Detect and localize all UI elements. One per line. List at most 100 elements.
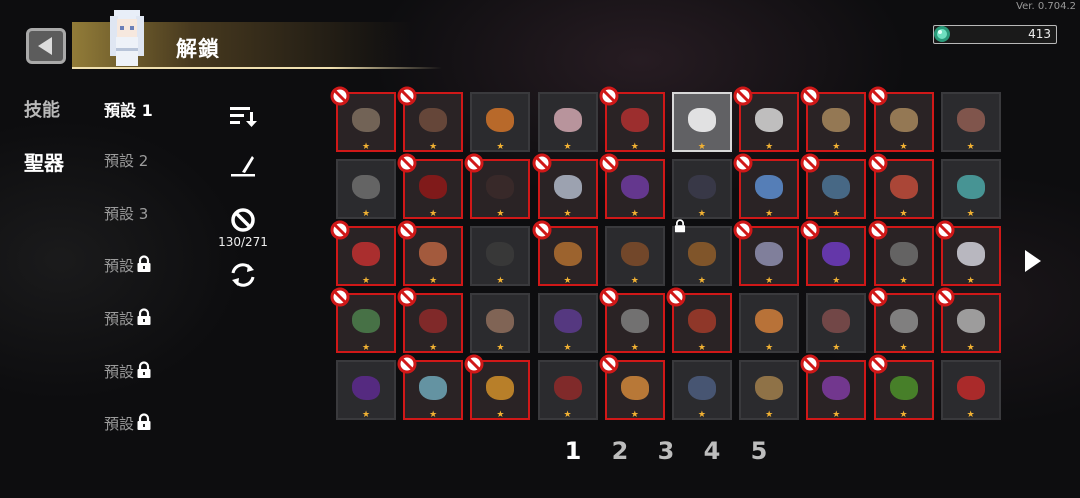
preset-label: 預設 3 — [104, 205, 149, 223]
relic-slot[interactable]: ★ — [940, 360, 1001, 420]
page-4[interactable]: 4 — [697, 437, 727, 465]
preset-2[interactable]: 預設 2 — [104, 150, 148, 171]
relic-slot[interactable]: ★ — [940, 159, 1001, 219]
nav-tab-relics[interactable]: 聖器 — [24, 147, 64, 176]
edit-icon[interactable] — [228, 152, 258, 180]
relic-slot[interactable]: ★ — [666, 287, 732, 353]
relic-icon — [889, 241, 918, 266]
preset-label: 預設 — [104, 310, 135, 328]
relic-slot[interactable]: ★ — [671, 159, 732, 219]
preset-3[interactable]: 預設 3 — [104, 203, 148, 224]
relic-slot[interactable]: ★ — [671, 92, 732, 152]
relic-icon — [419, 241, 448, 266]
relic-slot[interactable]: ★ — [868, 86, 934, 152]
star-icon: ★ — [899, 343, 908, 353]
relic-slot[interactable]: ★ — [336, 360, 396, 420]
relic-slot[interactable]: ★ — [733, 220, 800, 286]
banned-icon — [599, 287, 619, 307]
relic-slot[interactable]: ★ — [397, 354, 464, 420]
relic-slot[interactable]: ★ — [599, 354, 665, 420]
relic-slot[interactable]: ★ — [537, 92, 598, 152]
relic-slot[interactable]: ★ — [470, 92, 531, 152]
star-icon: ★ — [496, 209, 505, 219]
relic-slot[interactable]: ★ — [330, 220, 396, 286]
relic-icon — [956, 174, 985, 199]
sort-icon[interactable] — [228, 102, 258, 130]
back-button[interactable] — [26, 28, 66, 64]
next-page-arrow-icon[interactable] — [1025, 250, 1041, 272]
preset-locked-7[interactable]: 預設 — [104, 413, 153, 434]
relic-slot[interactable]: ★ — [671, 219, 732, 286]
relic-slot[interactable]: ★ — [464, 354, 531, 420]
page-3[interactable]: 3 — [651, 437, 681, 465]
refresh-icon[interactable] — [228, 261, 258, 289]
relic-slot[interactable]: ★ — [599, 86, 665, 152]
relic-slot[interactable]: ★ — [532, 220, 598, 286]
star-icon: ★ — [765, 142, 774, 152]
character-avatar — [110, 10, 144, 66]
preset-locked-4[interactable]: 預設 — [104, 255, 153, 276]
relic-slot[interactable]: ★ — [806, 293, 867, 353]
star-icon: ★ — [899, 410, 908, 420]
relic-slot[interactable]: ★ — [671, 360, 732, 420]
ban-filter-icon[interactable] — [228, 206, 258, 234]
relic-slot[interactable]: ★ — [868, 153, 934, 219]
page-2[interactable]: 2 — [605, 437, 635, 465]
relic-slot[interactable]: ★ — [935, 287, 1001, 353]
relic-slot[interactable]: ★ — [800, 86, 867, 152]
relic-slot[interactable]: ★ — [397, 220, 464, 286]
preset-1[interactable]: 預設 1 — [104, 97, 153, 121]
banned-icon — [397, 287, 417, 307]
relic-slot[interactable]: ★ — [397, 153, 464, 219]
relic-slot[interactable]: ★ — [733, 86, 800, 152]
relic-slot[interactable]: ★ — [935, 220, 1001, 286]
star-icon: ★ — [563, 142, 572, 152]
relic-slot[interactable]: ★ — [868, 354, 934, 420]
star-icon: ★ — [496, 343, 505, 353]
relic-slot[interactable]: ★ — [940, 92, 1001, 152]
star-icon: ★ — [765, 410, 774, 420]
relic-slot[interactable]: ★ — [464, 153, 531, 219]
relic-slot[interactable]: ★ — [470, 226, 531, 286]
page-5[interactable]: 5 — [744, 437, 774, 465]
relic-slot[interactable]: ★ — [739, 293, 800, 353]
relic-slot[interactable]: ★ — [532, 153, 598, 219]
relic-slot[interactable]: ★ — [470, 293, 531, 353]
star-icon: ★ — [832, 209, 841, 219]
star-icon: ★ — [563, 276, 572, 286]
relic-icon — [553, 174, 582, 199]
relic-slot[interactable]: ★ — [330, 287, 396, 353]
relic-icon — [553, 308, 582, 333]
relic-slot[interactable]: ★ — [537, 360, 598, 420]
relic-slot[interactable]: ★ — [739, 360, 800, 420]
banned-icon — [330, 86, 350, 106]
relic-slot[interactable]: ★ — [868, 287, 934, 353]
star-icon: ★ — [832, 276, 841, 286]
relic-slot[interactable]: ★ — [336, 159, 396, 219]
unlock-count: 130/271 — [218, 235, 268, 249]
relic-slot[interactable]: ★ — [397, 287, 464, 353]
banned-icon — [397, 86, 417, 106]
relic-slot[interactable]: ★ — [330, 86, 396, 152]
relic-slot[interactable]: ★ — [604, 226, 665, 286]
relic-slot[interactable]: ★ — [800, 220, 867, 286]
relic-slot[interactable]: ★ — [537, 293, 598, 353]
star-icon: ★ — [361, 209, 371, 219]
relic-slot[interactable]: ★ — [599, 287, 665, 353]
relic-slot[interactable]: ★ — [397, 86, 464, 152]
currency-display: 413 — [933, 25, 1057, 44]
relic-slot[interactable]: ★ — [599, 153, 665, 219]
relic-icon — [419, 375, 448, 400]
relic-slot[interactable]: ★ — [868, 220, 934, 286]
page-1[interactable]: 1 — [558, 437, 588, 465]
preset-locked-6[interactable]: 預設 — [104, 361, 153, 382]
star-icon: ★ — [697, 209, 706, 219]
star-icon: ★ — [361, 142, 371, 152]
nav-tab-skills[interactable]: 技能 — [24, 96, 60, 122]
relic-slot[interactable]: ★ — [800, 354, 867, 420]
preset-locked-5[interactable]: 預設 — [104, 308, 153, 329]
relic-icon — [352, 107, 380, 132]
relic-slot[interactable]: ★ — [800, 153, 867, 219]
star-icon: ★ — [496, 410, 505, 420]
relic-slot[interactable]: ★ — [733, 153, 800, 219]
